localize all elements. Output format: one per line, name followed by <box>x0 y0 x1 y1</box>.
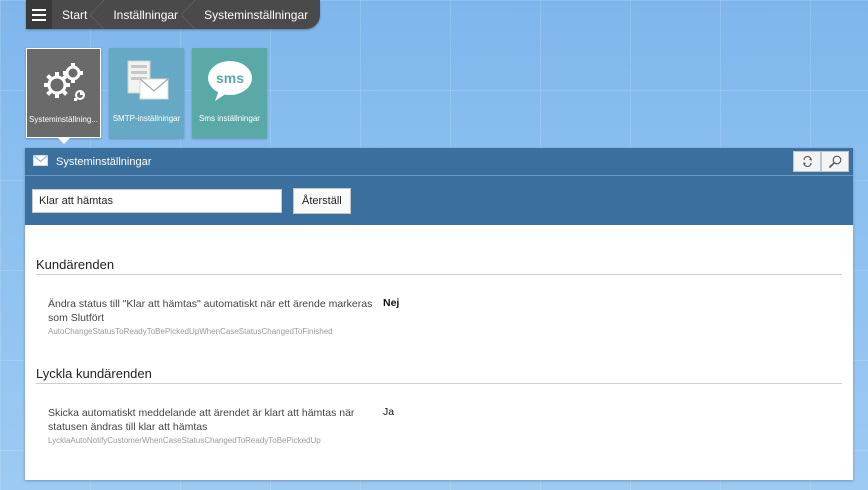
panel-header: Systeminställningar Återställ <box>25 148 853 225</box>
section-kundarenden: Kundärenden Ändra status till "Klar att … <box>25 225 853 336</box>
setting-row: Ändra status till "Klar att hämtas" auto… <box>36 275 842 336</box>
sms-icon-text: sms <box>215 70 243 86</box>
gears-icon <box>27 49 100 113</box>
section-title: Kundärenden <box>36 257 842 275</box>
hamburger-icon <box>32 6 46 24</box>
breadcrumb-start[interactable]: Start <box>52 0 105 29</box>
search-button[interactable] <box>821 151 849 172</box>
sms-bubble-icon: sms <box>192 48 267 112</box>
tile-label: Sms inställningar <box>199 114 260 123</box>
panel-title: Systeminställningar <box>56 155 152 168</box>
setting-value[interactable]: Nej <box>383 297 399 336</box>
setting-key: AutoChangeStatusToReadyToBePickedUpWhenC… <box>48 327 333 336</box>
smtp-server-mail-icon <box>109 48 184 112</box>
tile-smtp-installningar[interactable]: SMTP-inställningar <box>109 48 184 138</box>
breadcrumb-systeminstallningar[interactable]: Systeminställningar <box>188 0 320 29</box>
section-title: Lyckla kundärenden <box>36 366 842 384</box>
tile-label: Systeminställning... <box>29 115 98 124</box>
envelope-icon <box>33 153 48 171</box>
setting-key: LycklaAutoNotifyCustomerWhenCaseStatusCh… <box>48 436 321 445</box>
setting-label: Skicka automatiskt meddelande att ärende… <box>48 407 355 433</box>
magnifier-icon <box>828 155 842 168</box>
tile-sms-installningar[interactable]: sms Sms inställningar <box>192 48 267 138</box>
refresh-button[interactable] <box>793 151 821 172</box>
refresh-icon <box>802 156 812 167</box>
settings-panel: Systeminställningar Återställ <box>25 148 853 480</box>
setting-row: Skicka automatiskt meddelande att ärende… <box>36 384 842 445</box>
tile-systeminstallningar[interactable]: Systeminställning... <box>26 48 101 144</box>
tile-label: SMTP-inställningar <box>112 114 181 123</box>
hamburger-menu-button[interactable] <box>26 0 52 29</box>
setting-label: Ändra status till "Klar att hämtas" auto… <box>48 298 373 324</box>
search-input[interactable] <box>32 189 282 213</box>
breadcrumb-installningar[interactable]: Inställningar <box>97 0 195 29</box>
section-lyckla-kundarenden: Lyckla kundärenden Skicka automatiskt me… <box>25 336 853 445</box>
setting-value[interactable]: Ja <box>383 406 394 445</box>
settings-tiles: Systeminställning... SMTP-inställningar … <box>26 48 267 144</box>
reset-button[interactable]: Återställ <box>293 188 351 214</box>
breadcrumb: Start Inställningar Systeminställningar <box>26 0 321 29</box>
